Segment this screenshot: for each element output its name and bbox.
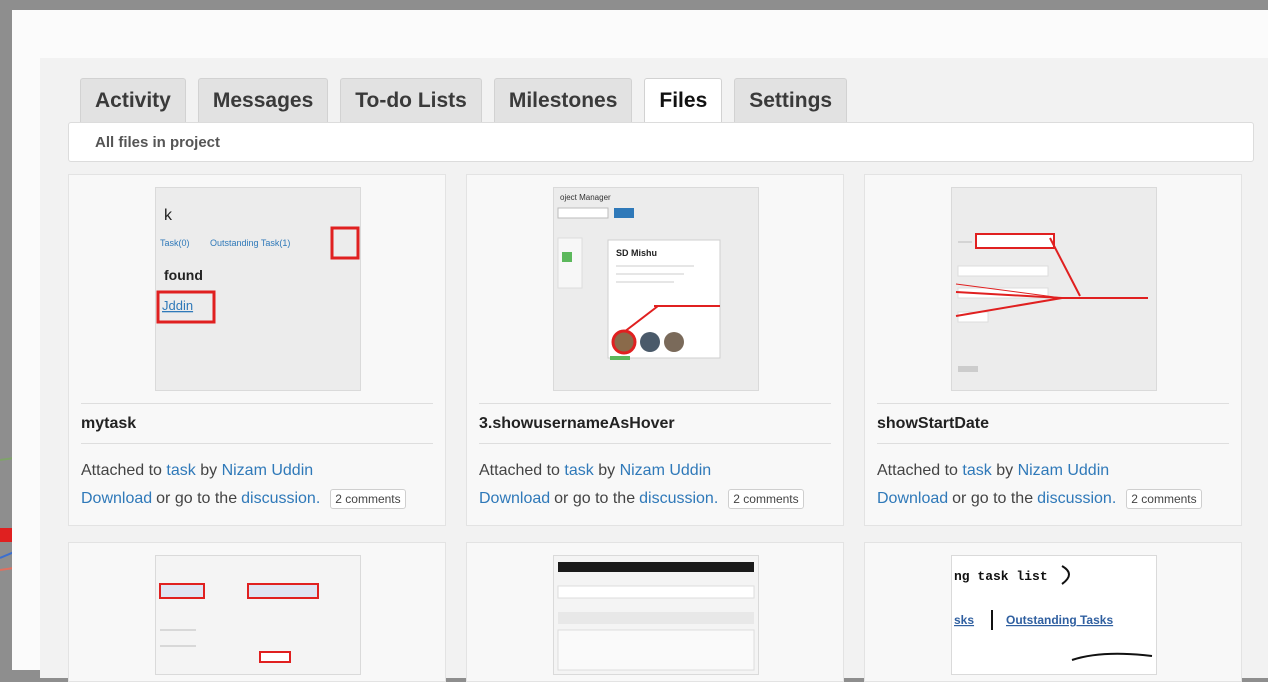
thumb-text: Jddin [162, 298, 193, 313]
filter-label: All files in project [95, 133, 221, 151]
comments-badge[interactable]: 2 comments [1126, 489, 1202, 509]
author-link[interactable]: Nizam Uddin [222, 462, 314, 479]
file-actions: Download or go to the discussion. 2 comm… [81, 489, 406, 509]
file-thumbnail[interactable]: oject Manager SD Mishu [553, 187, 759, 391]
comments-badge[interactable]: 2 comments [728, 489, 804, 509]
file-card: k Task(0) Outstanding Task(1) found Jddi… [68, 174, 446, 526]
file-thumbnail[interactable]: k Task(0) Outstanding Task(1) found Jddi… [155, 187, 361, 391]
tab-settings[interactable]: Settings [734, 78, 848, 122]
attached-task-link[interactable]: task [166, 462, 195, 479]
thumb-text: sks [954, 613, 974, 627]
attached-task-link[interactable]: task [962, 462, 991, 479]
download-link[interactable]: Download [479, 490, 550, 508]
download-link[interactable]: Download [81, 490, 152, 508]
file-name[interactable]: mytask [81, 415, 136, 433]
thumb-text: Outstanding Tasks [1006, 613, 1113, 627]
tab-milestones[interactable]: Milestones [493, 78, 633, 122]
divider [877, 443, 1229, 444]
author-link[interactable]: Nizam Uddin [620, 462, 712, 479]
file-name[interactable]: 3.showusernameAsHover [479, 415, 675, 433]
file-thumbnail[interactable] [951, 187, 1157, 391]
file-attachment-info: Attached to task by Nizam Uddin [479, 462, 712, 479]
tab-files[interactable]: Files [644, 78, 723, 122]
tab-activity[interactable]: Activity [80, 78, 186, 122]
thumb-text: ng task list [954, 569, 1048, 584]
discussion-link[interactable]: discussion. [639, 490, 718, 508]
files-filter-bar: All files in project [68, 122, 1254, 162]
file-card [68, 542, 446, 682]
files-section: Activity Messages To-do Lists Milestones… [40, 58, 1268, 682]
tab-todo-lists[interactable]: To-do Lists [340, 78, 482, 122]
discussion-link[interactable]: discussion. [1037, 490, 1116, 508]
thumb-text: oject Manager [560, 193, 611, 202]
thumb-text: Task(0) [160, 238, 190, 248]
file-attachment-info: Attached to task by Nizam Uddin [81, 462, 314, 479]
file-thumbnail[interactable] [155, 555, 361, 675]
file-thumbnail[interactable] [553, 555, 759, 675]
file-card: ng task list sks Outstanding Tasks [864, 542, 1242, 682]
project-panel: Activity Messages To-do Lists Milestones… [12, 10, 1268, 682]
attached-task-link[interactable]: task [564, 462, 593, 479]
thumb-text: Outstanding Task(1) [210, 238, 290, 248]
file-actions: Download or go to the discussion. 2 comm… [479, 489, 804, 509]
file-card [466, 542, 844, 682]
divider [479, 443, 831, 444]
divider [877, 403, 1229, 404]
tab-messages[interactable]: Messages [197, 78, 329, 122]
discussion-link[interactable]: discussion. [241, 490, 320, 508]
divider [479, 403, 831, 404]
file-thumbnail[interactable]: ng task list sks Outstanding Tasks [951, 555, 1157, 675]
divider [81, 403, 433, 404]
thumb-text: found [164, 267, 203, 283]
file-card: oject Manager SD Mishu 3.showusernameAsH… [466, 174, 844, 526]
comments-badge[interactable]: 2 comments [330, 489, 406, 509]
download-link[interactable]: Download [877, 490, 948, 508]
divider [81, 443, 433, 444]
file-actions: Download or go to the discussion. 2 comm… [877, 489, 1202, 509]
thumb-text: k [164, 207, 173, 224]
file-name[interactable]: showStartDate [877, 415, 989, 433]
thumb-text: SD Mishu [616, 248, 657, 258]
file-card: showStartDate Attached to task by Nizam … [864, 174, 1242, 526]
author-link[interactable]: Nizam Uddin [1018, 462, 1110, 479]
file-attachment-info: Attached to task by Nizam Uddin [877, 462, 1110, 479]
project-tabs: Activity Messages To-do Lists Milestones… [80, 78, 848, 122]
